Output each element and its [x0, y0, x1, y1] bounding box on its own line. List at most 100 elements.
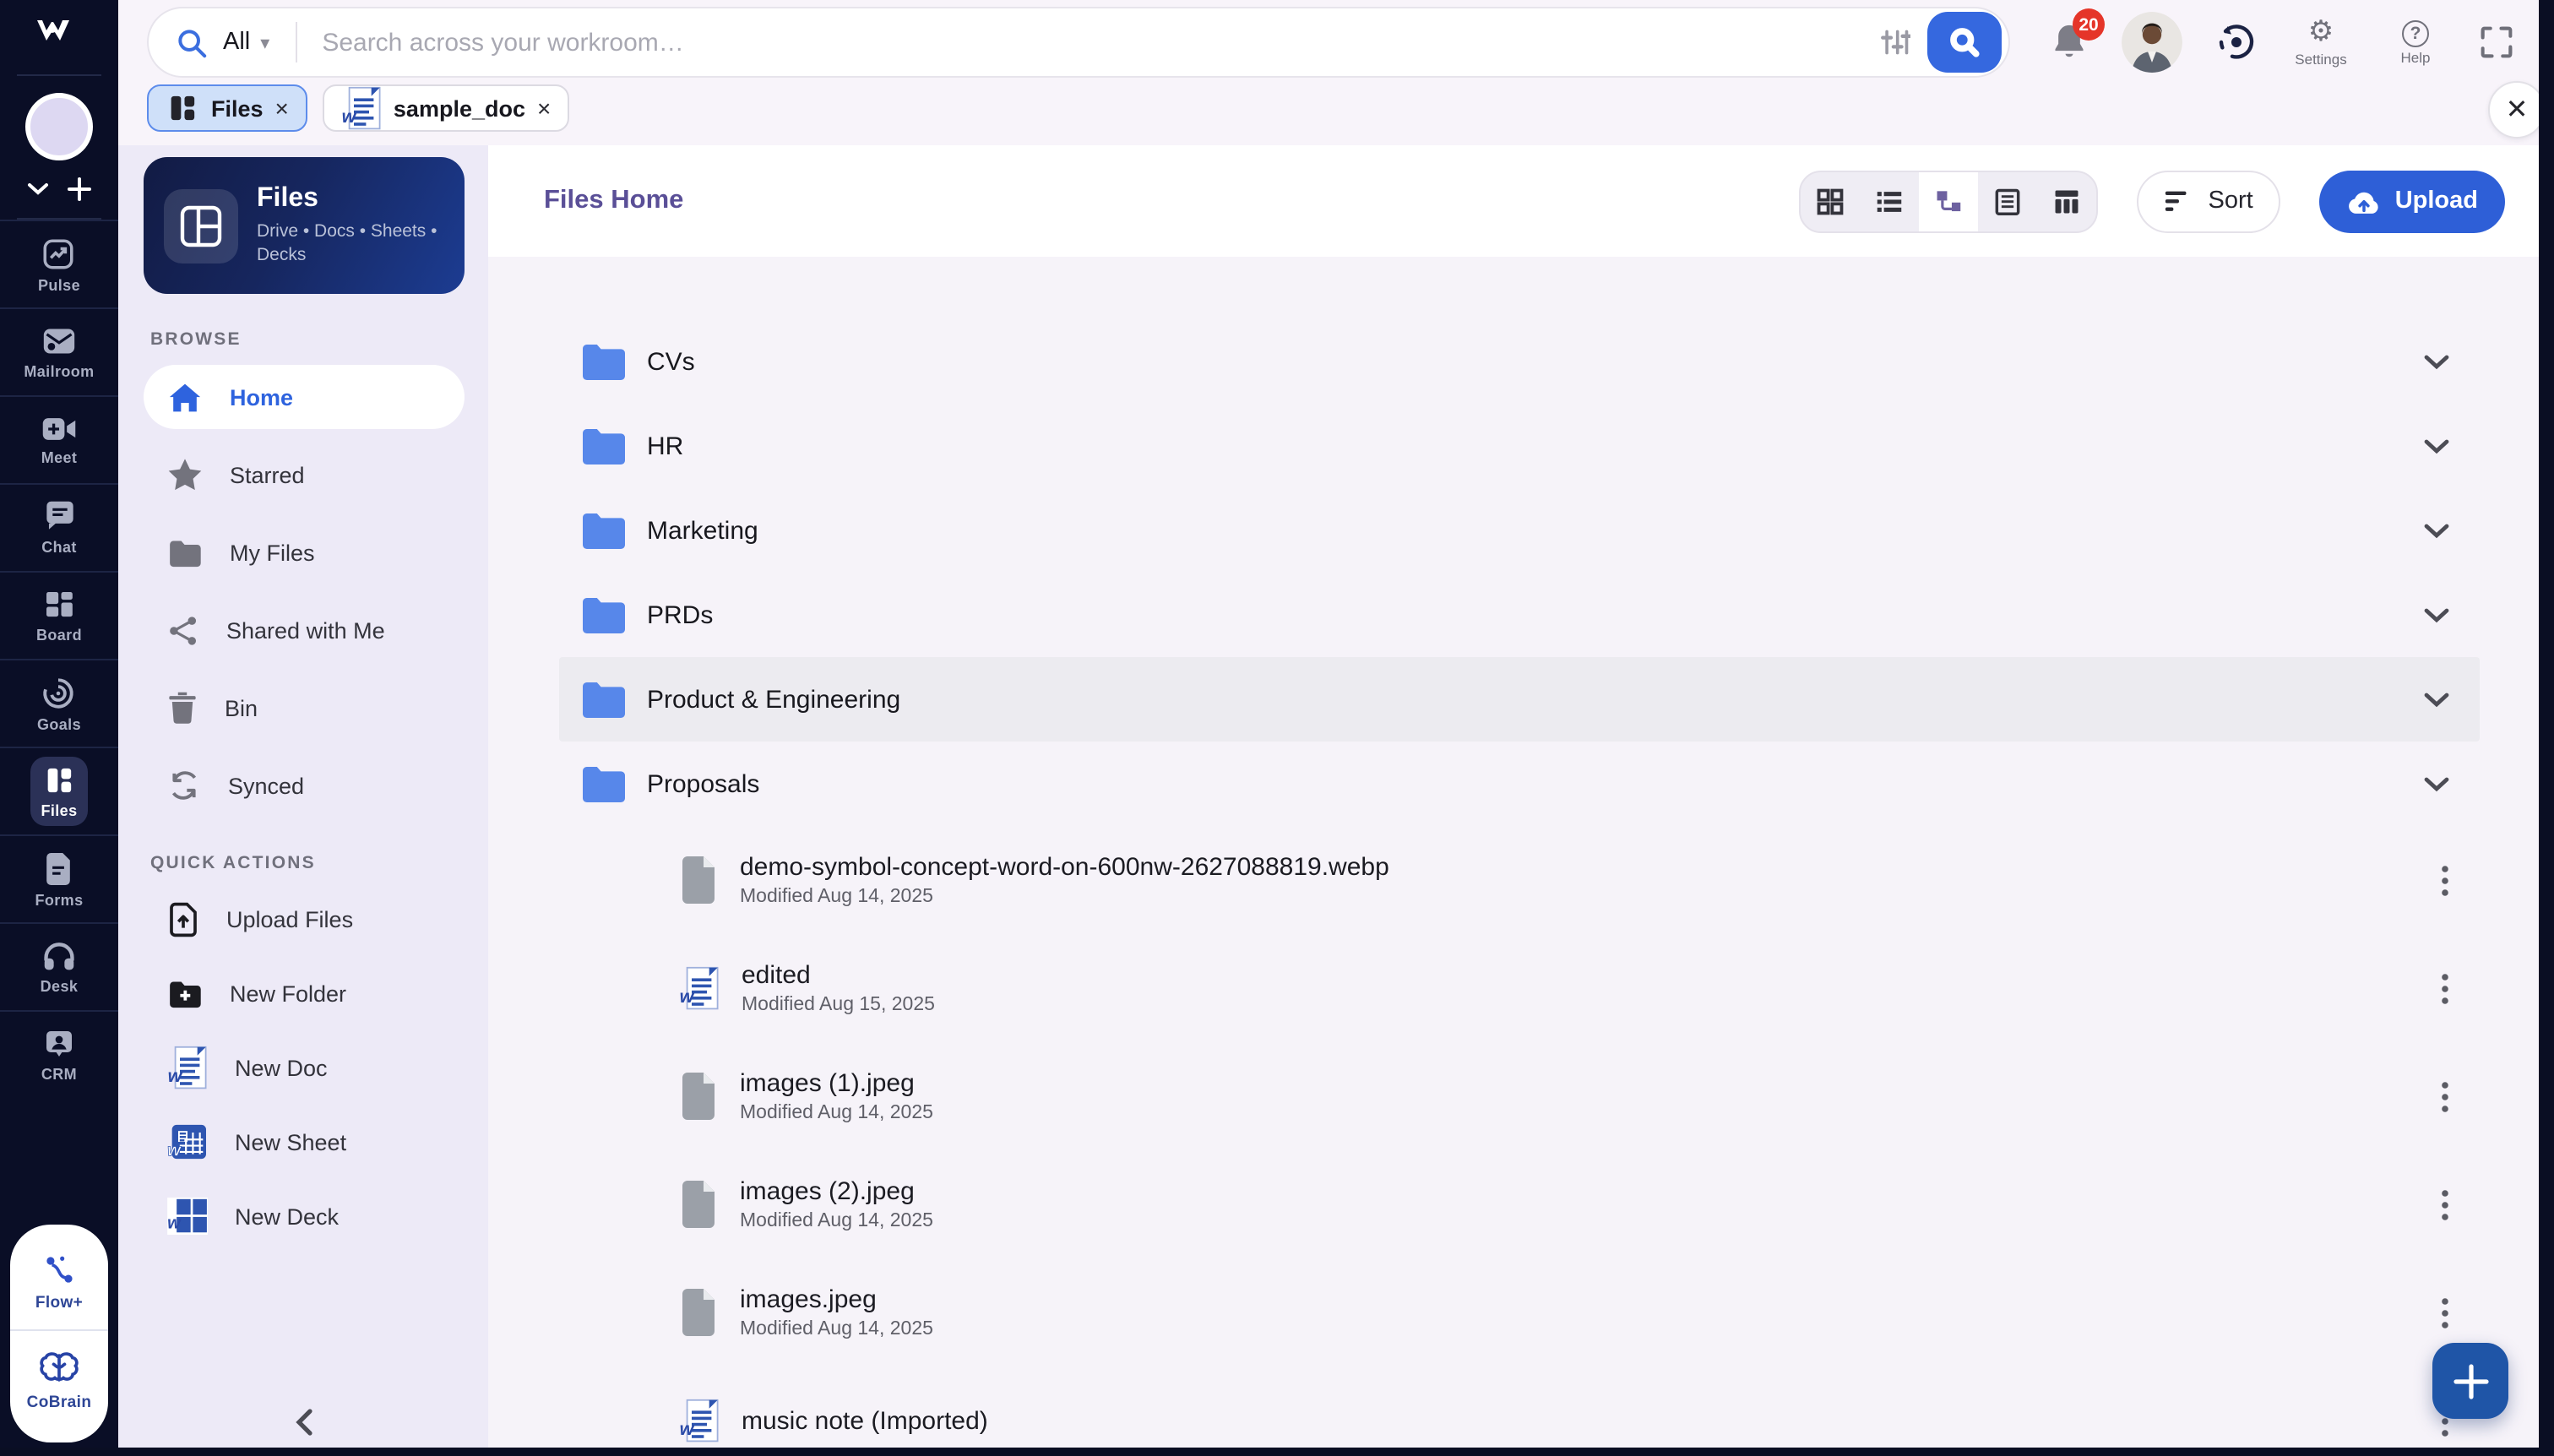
notifications-button[interactable]: 20 — [2051, 8, 2105, 62]
sidebar-item[interactable]: Home — [144, 365, 465, 429]
more-options-icon[interactable] — [2441, 1080, 2449, 1112]
browse-list: Home Starred My Files Shared with Me Bin… — [144, 365, 465, 818]
rail-item[interactable]: Meet — [0, 395, 118, 483]
view-mode-button[interactable] — [1801, 171, 1861, 231]
history-icon[interactable] — [2216, 22, 2257, 62]
rail-item[interactable]: Files — [0, 747, 118, 834]
svg-text:w: w — [168, 1064, 183, 1085]
close-icon[interactable] — [537, 96, 551, 120]
file-row[interactable]: demo-symbol-concept-word-on-600nw-262708… — [559, 826, 2480, 934]
settings-button[interactable]: Settings — [2290, 17, 2351, 68]
more-options-icon[interactable] — [2441, 864, 2449, 896]
search-icon — [1946, 24, 1983, 61]
quick-action-item[interactable]: w New Deck — [144, 1186, 465, 1247]
view-mode-button[interactable] — [1979, 171, 2038, 231]
expand-chevron-icon[interactable] — [2424, 438, 2449, 454]
file-row[interactable]: images (2).jpeg Modified Aug 14, 2025 — [559, 1150, 2480, 1258]
flow-icon — [41, 1252, 78, 1289]
rail-item[interactable]: Mailroom — [0, 307, 118, 395]
sidebar-item[interactable]: My Files — [144, 520, 465, 584]
help-label: Help — [2400, 48, 2431, 65]
file-row[interactable]: w music note (Imported) — [559, 1366, 2480, 1456]
rail-item[interactable]: Chat — [0, 483, 118, 571]
trash-icon — [167, 691, 198, 725]
add-workspace-icon[interactable] — [68, 177, 91, 201]
workspace-avatar[interactable] — [25, 93, 93, 160]
file-row[interactable]: w edited Modified Aug 15, 2025 — [559, 934, 2480, 1042]
search-scope-dropdown[interactable]: All — [223, 27, 269, 57]
view-mode-button[interactable] — [2038, 171, 2097, 231]
files-app-card[interactable]: Files Drive • Docs • Sheets • Decks — [144, 157, 465, 294]
rail-item[interactable]: Forms — [0, 834, 118, 922]
more-options-icon[interactable] — [2441, 1296, 2449, 1328]
cloud-upload-icon — [2346, 187, 2382, 215]
sort-button[interactable]: Sort — [2137, 170, 2280, 232]
close-view-button[interactable]: ✕ — [2488, 81, 2546, 139]
rail-item[interactable]: Pulse — [0, 220, 118, 307]
files-icon — [166, 91, 199, 125]
quick-action-item[interactable]: w New Sheet — [144, 1111, 465, 1172]
fullscreen-icon[interactable] — [2480, 25, 2513, 59]
app-rail: Pulse Mailroom Meet Chat Board Goals Fil… — [0, 0, 118, 1456]
workspace-switch-chevron-icon[interactable] — [27, 182, 49, 196]
user-avatar[interactable] — [2122, 12, 2182, 73]
rail-item[interactable]: CRM — [0, 1010, 118, 1098]
rail-item[interactable]: Board — [0, 571, 118, 659]
search-submit-button[interactable] — [1927, 12, 2002, 73]
tab[interactable]: Files — [147, 84, 307, 132]
generic-file-icon — [679, 1289, 718, 1336]
folder-row[interactable]: PRDs — [559, 573, 2480, 657]
expand-chevron-icon[interactable] — [2424, 354, 2449, 369]
quick-action-item[interactable]: New Folder — [144, 963, 465, 1024]
sidebar-item[interactable]: Shared with Me — [144, 598, 465, 662]
collapse-sidebar-icon[interactable] — [288, 1402, 318, 1442]
rail-pill-item[interactable]: CoBrain — [10, 1329, 108, 1419]
svg-text:w: w — [167, 1142, 182, 1160]
help-button[interactable]: Help — [2385, 19, 2446, 65]
expand-chevron-icon[interactable] — [2424, 523, 2449, 538]
folder-row[interactable]: CVs — [559, 319, 2480, 404]
folder-icon — [581, 427, 625, 465]
tab[interactable]: w sample_doc — [322, 84, 570, 132]
folder-row[interactable]: Proposals — [559, 742, 2480, 826]
generic-file-icon — [679, 856, 718, 904]
files-card-subtitle: Drive • Docs • Sheets • Decks — [257, 220, 437, 265]
quick-action-item[interactable]: Upload Files — [144, 888, 465, 949]
expand-chevron-icon[interactable] — [2424, 607, 2449, 622]
create-new-button[interactable] — [2432, 1343, 2508, 1419]
upload-button[interactable]: Upload — [2318, 170, 2505, 232]
more-options-icon[interactable] — [2441, 972, 2449, 1004]
file-row[interactable]: images.jpeg Modified Aug 14, 2025 — [559, 1258, 2480, 1366]
upload-file-icon — [167, 901, 199, 937]
rail-item[interactable]: Goals — [0, 659, 118, 747]
close-icon[interactable] — [275, 96, 289, 120]
view-mode-button[interactable] — [1919, 171, 1979, 231]
brain-icon — [37, 1348, 81, 1388]
crm-icon — [42, 1027, 76, 1061]
quick-action-item[interactable]: w New Doc — [144, 1037, 465, 1098]
search-input[interactable]: Search across your workroom… — [322, 28, 1880, 57]
files-icon — [42, 763, 76, 797]
list-view-icon — [1874, 185, 1906, 217]
sidebar-item[interactable]: Synced — [144, 753, 465, 818]
svg-text:w: w — [680, 985, 695, 1006]
page-title: Files Home — [544, 186, 684, 215]
sidebar-item[interactable]: Bin — [144, 676, 465, 740]
star-icon — [167, 458, 203, 492]
folder-row[interactable]: Product & Engineering — [559, 657, 2480, 742]
folder-row[interactable]: HR — [559, 404, 2480, 488]
more-options-icon[interactable] — [2441, 1188, 2449, 1220]
view-mode-button[interactable] — [1861, 171, 1920, 231]
search-filters-icon[interactable] — [1880, 27, 1910, 57]
expand-chevron-icon[interactable] — [2424, 692, 2449, 707]
expand-chevron-icon[interactable] — [2424, 776, 2449, 791]
folder-icon — [167, 538, 203, 567]
rail-pill-item[interactable]: Flow+ — [10, 1245, 108, 1319]
sidebar-item[interactable]: Starred — [144, 443, 465, 507]
topbar: All Search across your workroom… 20 — [118, 0, 2554, 84]
file-row[interactable]: images (1).jpeg Modified Aug 14, 2025 — [559, 1042, 2480, 1150]
folder-row[interactable]: Marketing — [559, 488, 2480, 573]
chat-icon — [41, 500, 77, 534]
global-search[interactable]: All Search across your workroom… — [147, 7, 2010, 78]
rail-item[interactable]: Desk — [0, 922, 118, 1010]
